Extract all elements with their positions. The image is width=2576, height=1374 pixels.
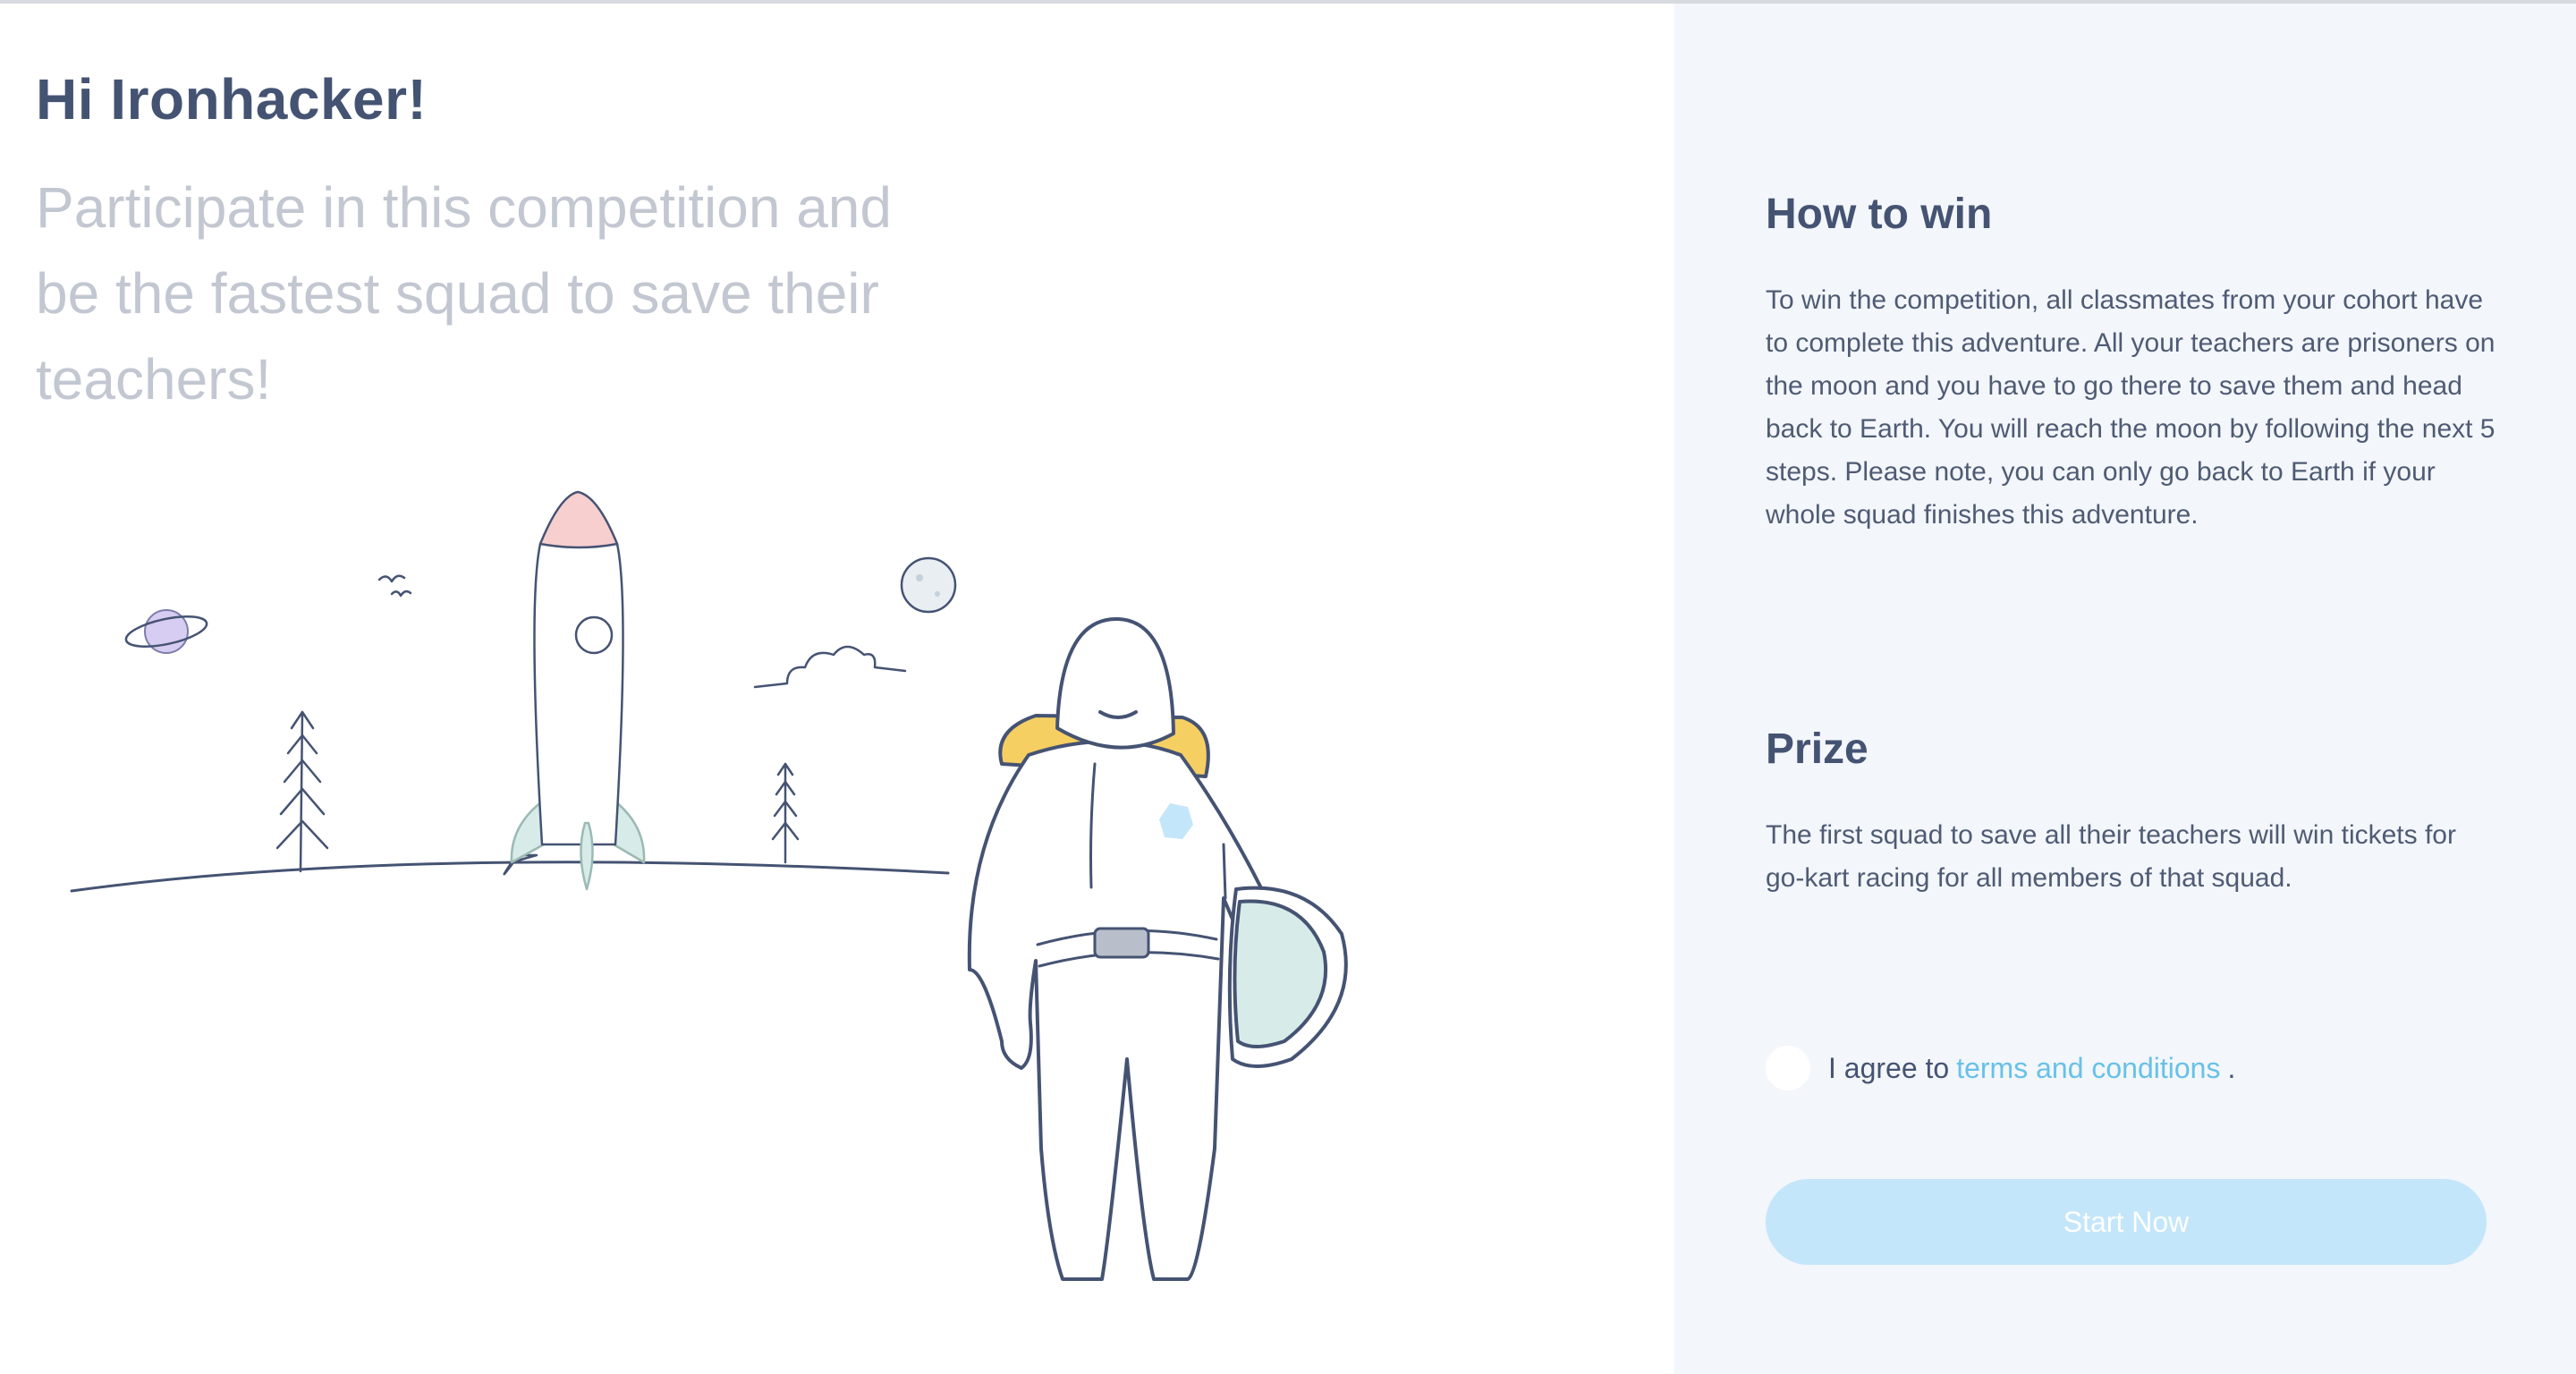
terms-suffix: .: [2227, 1051, 2236, 1084]
terms-checkbox[interactable]: [1766, 1046, 1810, 1090]
tree-icon: [275, 710, 329, 873]
terms-label: I agree to terms and conditions .: [1828, 1052, 2235, 1085]
how-to-win-title: How to win: [1766, 191, 1993, 238]
terms-prefix: I agree to: [1828, 1051, 1950, 1084]
prize-title: Prize: [1766, 725, 1868, 773]
terms-link[interactable]: terms and conditions: [1956, 1052, 2220, 1085]
space-illustration: [70, 490, 1348, 1281]
start-now-button[interactable]: Start Now: [1766, 1179, 2487, 1265]
intro-panel: Hi Ironhacker! Participate in this compe…: [0, 4, 1674, 1374]
tree-icon: [771, 762, 800, 864]
birds-icon: [377, 574, 412, 598]
planet-icon: [124, 609, 208, 654]
info-panel: How to win To win the competition, all c…: [1674, 4, 2576, 1374]
helmet-icon: [1227, 886, 1348, 1068]
rocket-icon: [503, 490, 646, 891]
terms-agreement: I agree to terms and conditions .: [1766, 1041, 2235, 1095]
how-to-win-text: To win the competition, all classmates f…: [1766, 285, 2496, 530]
page-title: Hi Ironhacker!: [36, 67, 428, 131]
prize-text: The first squad to save all their teache…: [1766, 820, 2456, 893]
moon-icon: [900, 556, 957, 614]
tagline: Participate in this competition and be t…: [36, 175, 892, 411]
cloud-icon: [753, 645, 907, 689]
